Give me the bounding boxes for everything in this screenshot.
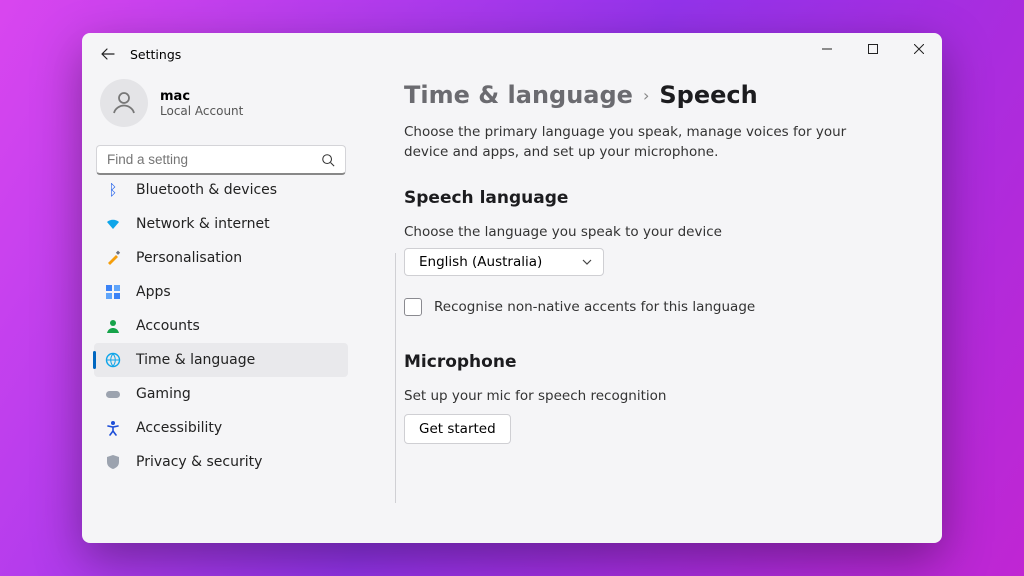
- chevron-right-icon: ›: [643, 86, 649, 105]
- window-title: Settings: [130, 47, 181, 62]
- accounts-icon: [104, 317, 122, 335]
- minimize-button[interactable]: [804, 33, 850, 65]
- maximize-icon: [868, 44, 878, 54]
- breadcrumb: Time & language › Speech: [404, 81, 914, 109]
- window-controls: [804, 33, 942, 65]
- sidebar-item-label: Personalisation: [136, 250, 242, 266]
- sidebar-item-label: Accessibility: [136, 420, 222, 436]
- search-box[interactable]: [96, 145, 346, 175]
- minimize-icon: [822, 44, 832, 54]
- apps-icon: [104, 283, 122, 301]
- account-card[interactable]: mac Local Account: [94, 75, 348, 143]
- sidebar-item-accounts[interactable]: Accounts: [94, 309, 348, 343]
- breadcrumb-parent[interactable]: Time & language: [404, 81, 633, 109]
- sidebar-item-personalisation[interactable]: Personalisation: [94, 241, 348, 275]
- maximize-button[interactable]: [850, 33, 896, 65]
- sidebar-item-bluetooth[interactable]: ᛒ Bluetooth & devices: [94, 181, 348, 207]
- avatar: [100, 79, 148, 127]
- sidebar-item-label: Apps: [136, 284, 171, 300]
- gamepad-icon: [104, 385, 122, 403]
- accent-checkbox[interactable]: [404, 298, 422, 316]
- microphone-heading: Microphone: [404, 352, 914, 372]
- speech-language-dropdown[interactable]: English (Australia): [404, 248, 604, 276]
- sidebar-item-label: Network & internet: [136, 216, 270, 232]
- titlebar: Settings: [82, 33, 942, 75]
- sidebar-item-apps[interactable]: Apps: [94, 275, 348, 309]
- main-content: Time & language › Speech Choose the prim…: [360, 75, 942, 543]
- sidebar-item-accessibility[interactable]: Accessibility: [94, 411, 348, 445]
- search-input[interactable]: [107, 152, 321, 167]
- breadcrumb-current: Speech: [659, 81, 757, 109]
- search-icon: [321, 153, 335, 167]
- sidebar-item-label: Bluetooth & devices: [136, 182, 277, 198]
- arrow-left-icon: [100, 46, 116, 62]
- page-description: Choose the primary language you speak, m…: [404, 123, 864, 162]
- account-type: Local Account: [160, 104, 243, 118]
- sidebar: mac Local Account ᛒ Bluetooth & devices …: [82, 75, 360, 543]
- get-started-button[interactable]: Get started: [404, 414, 511, 444]
- sidebar-item-label: Privacy & security: [136, 454, 262, 470]
- globe-icon: [104, 351, 122, 369]
- chevron-down-icon: [581, 256, 593, 268]
- accent-checkbox-label: Recognise non-native accents for this la…: [434, 299, 755, 315]
- close-button[interactable]: [896, 33, 942, 65]
- divider: [395, 253, 396, 503]
- back-button[interactable]: [92, 38, 124, 70]
- dropdown-value: English (Australia): [419, 254, 542, 270]
- brush-icon: [104, 249, 122, 267]
- sidebar-item-time-language[interactable]: Time & language: [94, 343, 348, 377]
- accent-checkbox-row[interactable]: Recognise non-native accents for this la…: [404, 298, 914, 316]
- settings-window: Settings mac Local Account: [82, 33, 942, 543]
- sidebar-item-label: Accounts: [136, 318, 200, 334]
- wifi-icon: [104, 215, 122, 233]
- sidebar-item-label: Time & language: [136, 352, 255, 368]
- sidebar-item-label: Gaming: [136, 386, 191, 402]
- account-name: mac: [160, 89, 243, 104]
- sidebar-item-privacy[interactable]: Privacy & security: [94, 445, 348, 479]
- microphone-sub: Set up your mic for speech recognition: [404, 388, 914, 404]
- person-icon: [109, 88, 139, 118]
- close-icon: [914, 44, 924, 54]
- sidebar-item-gaming[interactable]: Gaming: [94, 377, 348, 411]
- speech-language-heading: Speech language: [404, 188, 914, 208]
- sidebar-item-network[interactable]: Network & internet: [94, 207, 348, 241]
- bluetooth-icon: ᛒ: [104, 181, 122, 199]
- shield-icon: [104, 453, 122, 471]
- sidebar-nav: ᛒ Bluetooth & devices Network & internet…: [94, 181, 348, 479]
- speech-language-sub: Choose the language you speak to your de…: [404, 224, 914, 240]
- accessibility-icon: [104, 419, 122, 437]
